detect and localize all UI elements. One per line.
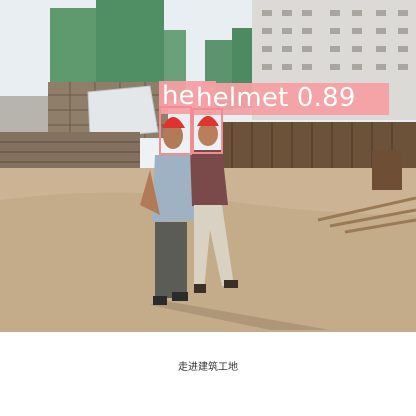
photo-caption: 走进建筑工地 <box>178 362 238 373</box>
detection-label-2: helmet 0.89 <box>196 83 356 113</box>
construction-site-photo: he helmet 0.89 <box>0 0 416 332</box>
photo-scene <box>0 0 416 332</box>
